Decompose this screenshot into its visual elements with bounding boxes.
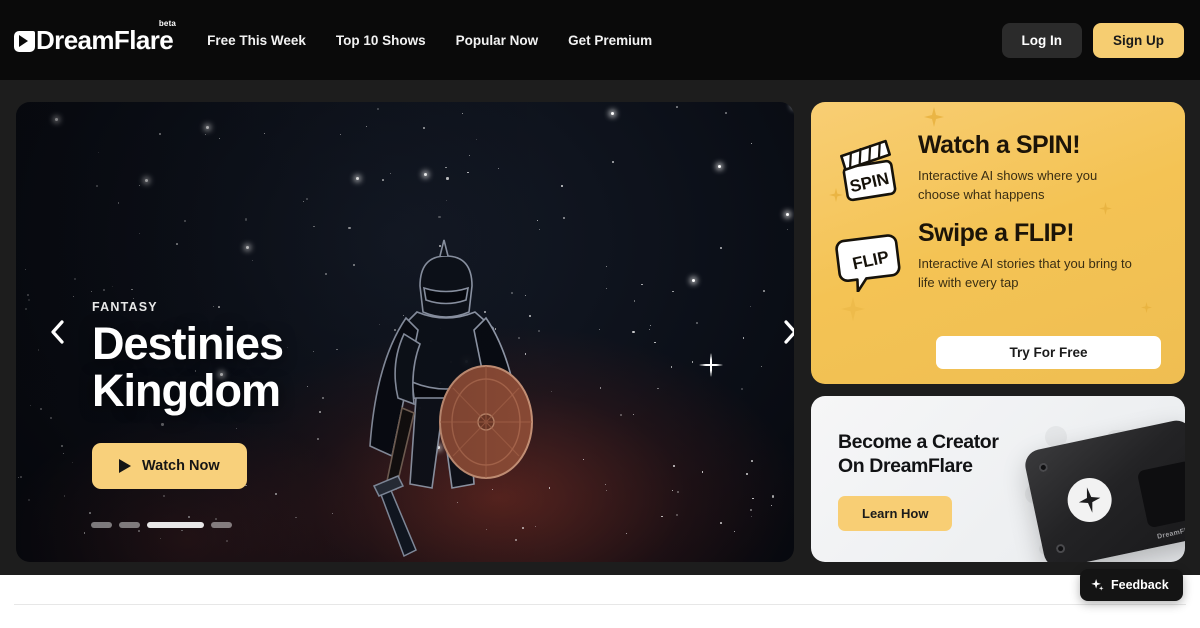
dreamflare-logo-icon [14, 31, 35, 52]
try-for-free-button[interactable]: Try For Free [936, 336, 1161, 369]
creator-heading: Become a Creator On DreamFlare [838, 430, 999, 479]
learn-how-button[interactable]: Learn How [838, 496, 953, 531]
sparkle-decoration-icon [1141, 302, 1152, 313]
below-fold-area [0, 575, 1200, 628]
watch-now-button[interactable]: Watch Now [92, 442, 247, 489]
chevron-left-icon [50, 320, 64, 344]
carousel-prev-button[interactable] [40, 312, 74, 352]
promo-card: SPIN Watch a SPIN! Interactive AI shows … [811, 102, 1185, 384]
sign-up-button[interactable]: Sign Up [1093, 22, 1184, 58]
sparkle-decoration-icon [841, 297, 865, 321]
feedback-label: Feedback [1111, 578, 1169, 592]
promo-flip-body: Interactive AI stories that you bring to… [918, 256, 1132, 290]
dreamflare-homepage: DreamFlare beta Free This Week Top 10 Sh… [0, 0, 1200, 628]
primary-nav-links: Free This Week Top 10 Shows Popular Now … [207, 33, 652, 48]
creator-heading-line2: On DreamFlare [838, 455, 973, 478]
carousel-dot-3-active[interactable] [147, 522, 204, 528]
device-screw [1055, 543, 1066, 554]
hero-genre-label: FANTASY [92, 300, 158, 314]
promo-item-spin: SPIN Watch a SPIN! Interactive AI shows … [834, 132, 1136, 209]
chevron-right-icon [783, 320, 794, 344]
log-in-button[interactable]: Log In [1001, 22, 1082, 58]
creator-card: Become a Creator On DreamFlare Learn How… [811, 396, 1185, 562]
beta-badge: beta [158, 19, 177, 28]
hero-text-block: FANTASY Destinies Kingdom Watch Now [92, 300, 472, 489]
promo-item-flip: FLIP Swipe a FLIP! Interactive AI storie… [834, 220, 1136, 297]
carousel-dot-2[interactable] [119, 522, 140, 528]
brand-logo[interactable]: DreamFlare beta [14, 19, 176, 55]
promo-item-flip-text: Swipe a FLIP! Interactive AI stories tha… [910, 220, 1136, 292]
nav-actions: Log In Sign Up [1001, 22, 1184, 58]
carousel-indicators [91, 522, 232, 528]
promo-spin-body: Interactive AI shows where you choose wh… [918, 168, 1098, 202]
brand-name: DreamFlare [36, 25, 174, 55]
nav-link-top-10-shows[interactable]: Top 10 Shows [336, 33, 426, 48]
hero-title: Destinies Kingdom [92, 318, 284, 416]
sparkle-icon [1091, 578, 1104, 591]
nav-link-free-this-week[interactable]: Free This Week [207, 33, 306, 48]
device-port [1136, 460, 1185, 529]
hero-carousel[interactable]: FANTASY Destinies Kingdom Watch Now [16, 102, 794, 562]
device-lens-icon [1063, 473, 1116, 527]
carousel-dot-1[interactable] [91, 522, 112, 528]
promo-item-spin-text: Watch a SPIN! Interactive AI shows where… [910, 132, 1136, 204]
device-screw [1038, 462, 1049, 473]
play-icon [119, 458, 131, 473]
clapperboard-spin-icon: SPIN [834, 132, 910, 209]
speech-bubble-flip-icon: FLIP [834, 220, 910, 297]
device-brand-label: DreamFlare [1156, 525, 1185, 541]
promo-spin-heading: Watch a SPIN! [918, 131, 1081, 159]
promo-flip-heading: Swipe a FLIP! [918, 219, 1075, 247]
section-divider [14, 604, 1186, 605]
watch-now-label: Watch Now [142, 457, 220, 474]
creator-heading-line1: Become a Creator [838, 431, 999, 453]
carousel-next-button[interactable] [773, 312, 794, 352]
nav-link-get-premium[interactable]: Get Premium [568, 33, 652, 48]
sparkle-decoration-icon [924, 107, 944, 127]
top-navigation-bar: DreamFlare beta Free This Week Top 10 Sh… [0, 0, 1200, 80]
carousel-dot-4[interactable] [211, 522, 232, 528]
nav-link-popular-now[interactable]: Popular Now [456, 33, 539, 48]
feedback-button[interactable]: Feedback [1080, 569, 1183, 601]
